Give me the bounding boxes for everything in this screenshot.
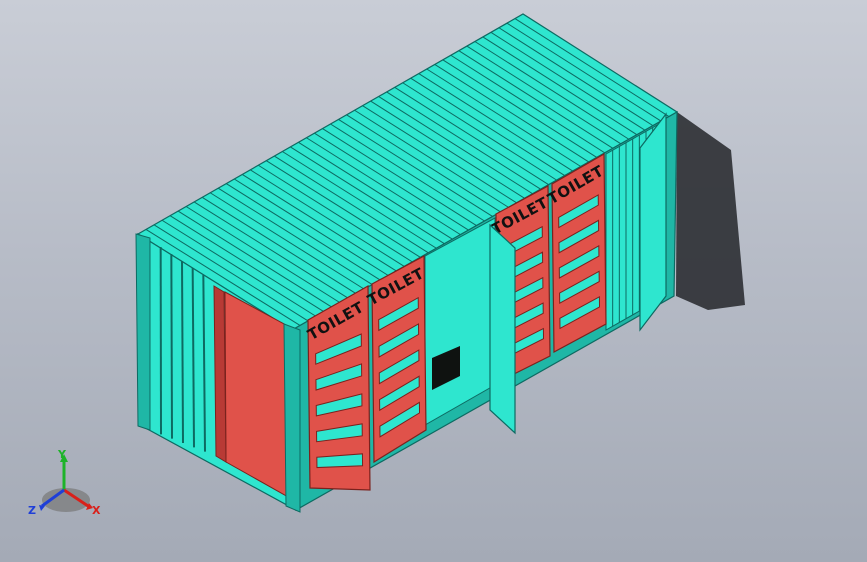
end-door-frame bbox=[213, 285, 227, 463]
open-door-leaf[interactable] bbox=[639, 112, 667, 332]
y-axis-label: Y bbox=[57, 448, 67, 461]
toilet-door-panel[interactable]: TOILET bbox=[364, 255, 427, 464]
drop-shadow bbox=[676, 112, 745, 310]
x-axis-label: X bbox=[92, 504, 101, 517]
end-wall-rib bbox=[191, 267, 195, 448]
open-door-leaf[interactable] bbox=[489, 223, 516, 435]
corner-post bbox=[283, 323, 301, 513]
toilet-door-panel[interactable]: TOILET bbox=[305, 284, 371, 491]
end-wall-rib bbox=[170, 253, 173, 439]
orientation-triad[interactable]: Y X Z bbox=[20, 448, 130, 518]
container-model-view: TOILETTOILETTOILETTOILET bbox=[135, 13, 745, 513]
end-door[interactable] bbox=[224, 291, 291, 499]
corner-post bbox=[135, 233, 151, 431]
z-axis-arrowhead bbox=[39, 505, 45, 511]
3d-viewport[interactable]: TOILET TOILET TOILET TOILET Y X Z bbox=[0, 0, 867, 562]
toilet-door-panel[interactable]: TOILET bbox=[545, 152, 608, 353]
end-wall-rib bbox=[181, 260, 184, 444]
z-axis-label: Z bbox=[28, 504, 36, 517]
